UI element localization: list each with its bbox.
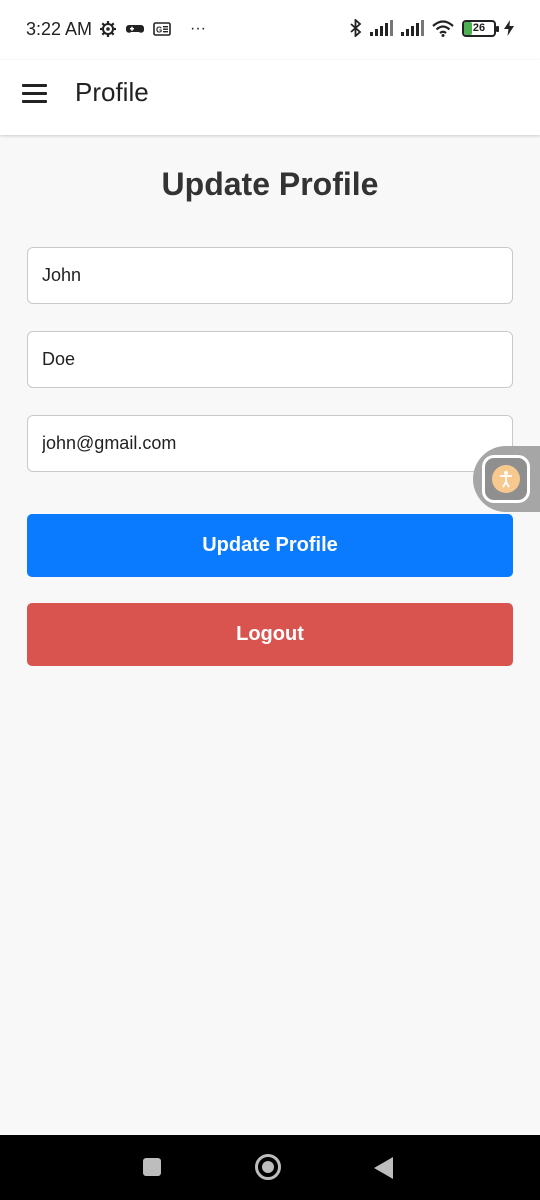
gear-icon xyxy=(100,21,116,37)
status-left-icons: G ··· xyxy=(99,20,206,38)
app-bar: Profile xyxy=(0,60,540,135)
system-nav-bar xyxy=(0,1135,540,1200)
accessibility-floating-button[interactable] xyxy=(473,446,540,512)
email-input[interactable] xyxy=(27,415,513,472)
signal-2-icon xyxy=(401,20,424,36)
sim-card-icon: G xyxy=(153,22,171,36)
battery-level: 26 xyxy=(472,21,486,34)
battery-icon: 26 xyxy=(462,19,499,37)
update-profile-button[interactable]: Update Profile xyxy=(27,514,513,577)
app-title: Profile xyxy=(75,77,149,107)
back-icon[interactable] xyxy=(374,1157,393,1179)
more-notifications-icon: ··· xyxy=(190,20,206,37)
status-time: 3:22 AM xyxy=(26,19,93,39)
bluetooth-icon xyxy=(350,19,362,37)
status-bar: 3:22 AM G ··· 26 xyxy=(0,0,540,60)
logout-button[interactable]: Logout xyxy=(27,603,513,666)
home-icon[interactable] xyxy=(255,1154,281,1180)
status-right-icons: 26 xyxy=(350,19,514,37)
svg-text:G: G xyxy=(156,26,162,35)
wifi-icon xyxy=(432,19,454,37)
accessibility-icon xyxy=(492,465,520,493)
last-name-input[interactable] xyxy=(27,331,513,388)
first-name-input[interactable] xyxy=(27,247,513,304)
hamburger-menu-icon[interactable] xyxy=(22,80,48,106)
recents-icon[interactable] xyxy=(143,1158,161,1176)
accessibility-button-frame xyxy=(482,455,530,503)
page-title: Update Profile xyxy=(161,166,379,202)
charging-icon xyxy=(504,20,514,36)
gamepad-icon xyxy=(126,25,144,33)
signal-icon xyxy=(370,20,393,36)
